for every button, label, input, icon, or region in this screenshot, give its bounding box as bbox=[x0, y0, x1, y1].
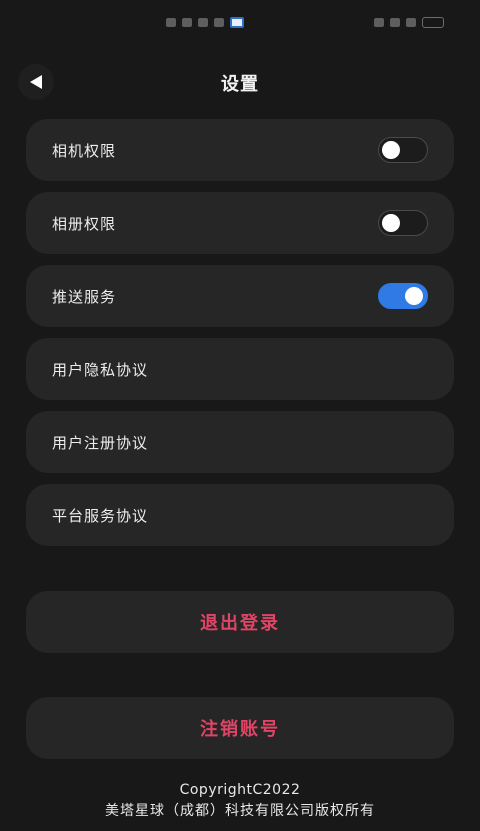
delete-account-button[interactable]: 注销账号 bbox=[26, 697, 454, 759]
bluetooth-icon bbox=[406, 17, 416, 27]
status-left bbox=[166, 16, 244, 28]
eye-icon bbox=[374, 17, 384, 27]
camera-permission-toggle[interactable] bbox=[378, 137, 428, 163]
status-bar bbox=[0, 8, 480, 36]
setting-label: 用户隐私协议 bbox=[52, 360, 149, 379]
setting-label: 相机权限 bbox=[52, 141, 117, 160]
album-permission-toggle[interactable] bbox=[378, 210, 428, 236]
notification-icon bbox=[214, 17, 224, 27]
setting-label: 用户注册协议 bbox=[52, 433, 149, 452]
footer: CopyrightC2022 美塔星球（成都）科技有限公司版权所有 bbox=[0, 780, 480, 822]
status-right bbox=[374, 16, 450, 28]
toggle-knob bbox=[382, 213, 400, 232]
page-title: 设置 bbox=[221, 74, 259, 95]
copyright-text: CopyrightC2022 bbox=[179, 782, 301, 798]
signal-icon bbox=[182, 17, 192, 27]
setting-privacy-agreement[interactable]: 用户隐私协议 bbox=[26, 338, 454, 400]
setting-registration-agreement[interactable]: 用户注册协议 bbox=[26, 411, 454, 473]
setting-push-service[interactable]: 推送服务 bbox=[26, 265, 454, 327]
setting-label: 推送服务 bbox=[52, 287, 117, 306]
logout-button[interactable]: 退出登录 bbox=[26, 591, 454, 653]
setting-album-permission[interactable]: 相册权限 bbox=[26, 192, 454, 254]
header-bar: 设置 bbox=[0, 62, 480, 102]
app-notification-icon bbox=[230, 16, 244, 28]
company-text: 美塔星球（成都）科技有限公司版权所有 bbox=[105, 803, 375, 819]
setting-label: 平台服务协议 bbox=[52, 506, 149, 525]
setting-platform-service-agreement[interactable]: 平台服务协议 bbox=[26, 484, 454, 546]
logout-label: 退出登录 bbox=[200, 613, 280, 634]
setting-label: 相册权限 bbox=[52, 214, 117, 233]
alarm-icon bbox=[390, 17, 400, 27]
toggle-knob bbox=[405, 286, 423, 305]
setting-camera-permission[interactable]: 相机权限 bbox=[26, 119, 454, 181]
push-service-toggle[interactable] bbox=[378, 283, 428, 309]
delete-account-label: 注销账号 bbox=[200, 719, 280, 740]
sim-icon bbox=[166, 17, 176, 27]
wifi-icon bbox=[198, 17, 208, 27]
toggle-knob bbox=[382, 140, 400, 159]
battery-icon bbox=[422, 16, 444, 28]
settings-screen: 设置 相机权限 相册权限 推送服务 用户隐私协议 用户注册协议 平台服务协议 退… bbox=[0, 0, 480, 831]
